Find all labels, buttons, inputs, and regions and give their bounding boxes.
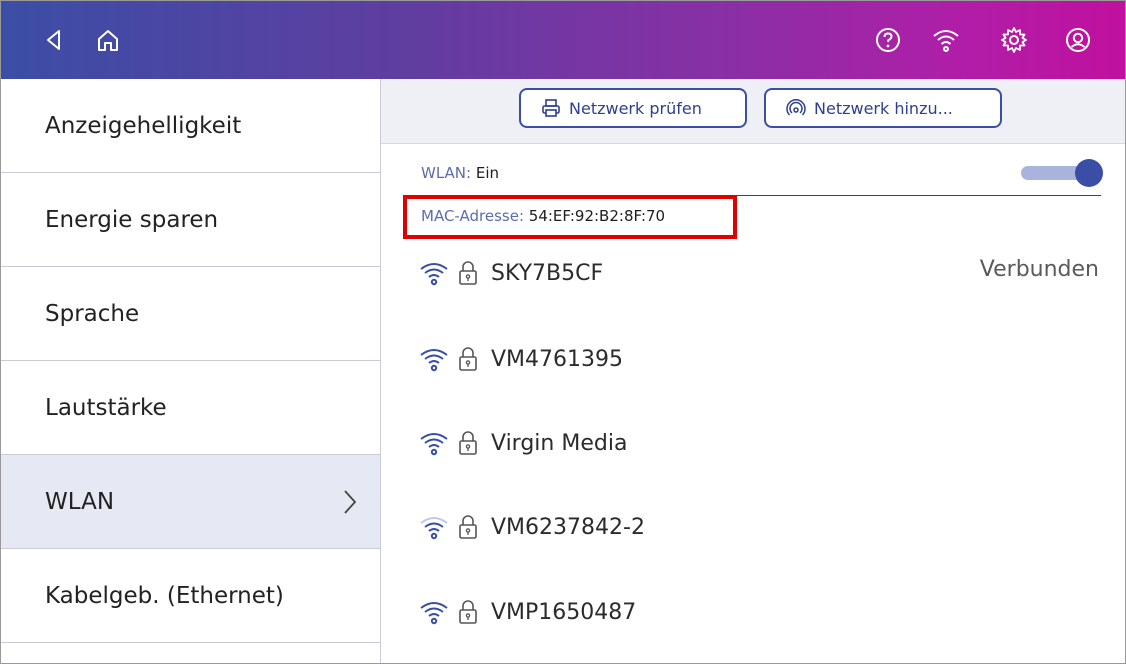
wifi-signal-icon <box>420 349 448 372</box>
home-icon[interactable] <box>89 21 127 59</box>
printer-icon <box>542 99 560 117</box>
lock-icon <box>459 347 477 371</box>
lock-icon <box>459 515 477 539</box>
wlan-status-row: WLAN: Ein <box>421 164 499 182</box>
check-network-label: Netzwerk prüfen <box>569 98 702 118</box>
wifi-signal-icon <box>420 263 448 286</box>
network-ssid: VM4761395 <box>491 346 624 372</box>
network-status: Verbunden <box>979 257 1099 282</box>
help-icon[interactable] <box>869 21 907 59</box>
wlan-value: Ein <box>475 164 500 182</box>
lock-icon <box>459 431 477 455</box>
sidebar-item-label: Energie sparen <box>45 206 219 233</box>
toggle-knob <box>1075 159 1103 187</box>
sidebar-item-wlan[interactable]: WLAN <box>1 455 380 549</box>
network-item[interactable]: VM4761395 <box>419 341 1099 377</box>
chevron-right-icon <box>344 490 357 514</box>
back-arrow-icon[interactable] <box>35 21 73 59</box>
settings-gear-icon[interactable] <box>995 21 1033 59</box>
network-item[interactable]: SKY7B5CF Verbunden <box>419 255 1099 291</box>
sidebar-item-label: Anzeigehelligkeit <box>45 112 242 139</box>
network-signal-icon <box>786 99 806 116</box>
add-network-label: Netzwerk hinzu... <box>814 98 953 118</box>
sidebar-item-ethernet[interactable]: Kabelgeb. (Ethernet) <box>1 549 380 643</box>
network-item[interactable]: VM6237842-2 <box>419 509 1099 545</box>
sidebar-item-label: WLAN <box>45 488 115 515</box>
network-toolbar: Netzwerk prüfen Netzwerk hinzu... <box>381 79 1125 144</box>
sidebar-item-energy-saving[interactable]: Energie sparen <box>1 173 380 267</box>
lock-icon <box>459 600 477 624</box>
wlan-toggle[interactable] <box>1021 159 1103 187</box>
network-ssid: SKY7B5CF <box>491 260 604 286</box>
network-ssid: VMP1650487 <box>491 599 637 625</box>
mac-highlight-box <box>403 195 737 239</box>
sidebar-item-volume[interactable]: Lautstärke <box>1 361 380 455</box>
add-network-button[interactable]: Netzwerk hinzu... <box>764 88 1002 128</box>
wifi-signal-icon <box>420 602 448 625</box>
network-ssid: Virgin Media <box>491 430 628 456</box>
wifi-signal-icon <box>420 433 448 456</box>
network-item[interactable]: Virgin Media <box>419 425 1099 461</box>
sidebar-item-display-brightness[interactable]: Anzeigehelligkeit <box>1 79 380 173</box>
network-item[interactable]: VMP1650487 <box>419 594 1099 630</box>
sidebar-item-label: Kabelgeb. (Ethernet) <box>45 582 284 609</box>
sidebar-item-label: Lautstärke <box>45 394 167 421</box>
wlan-settings-panel: Netzwerk prüfen Netzwerk hinzu... WLAN: … <box>381 79 1125 663</box>
settings-sidebar: Anzeigehelligkeit Energie sparen Sprache… <box>1 79 381 663</box>
top-bar <box>1 1 1125 79</box>
wifi-signal-medium-icon <box>420 517 448 540</box>
sidebar-item-language[interactable]: Sprache <box>1 267 380 361</box>
wlan-label: WLAN: <box>421 164 472 182</box>
app-window: Anzeigehelligkeit Energie sparen Sprache… <box>0 0 1126 664</box>
wifi-icon[interactable] <box>927 21 965 59</box>
sidebar-item-label: Sprache <box>45 300 140 327</box>
account-icon[interactable] <box>1059 21 1097 59</box>
network-ssid: VM6237842-2 <box>491 514 645 540</box>
lock-icon <box>459 261 477 285</box>
check-network-button[interactable]: Netzwerk prüfen <box>519 88 747 128</box>
